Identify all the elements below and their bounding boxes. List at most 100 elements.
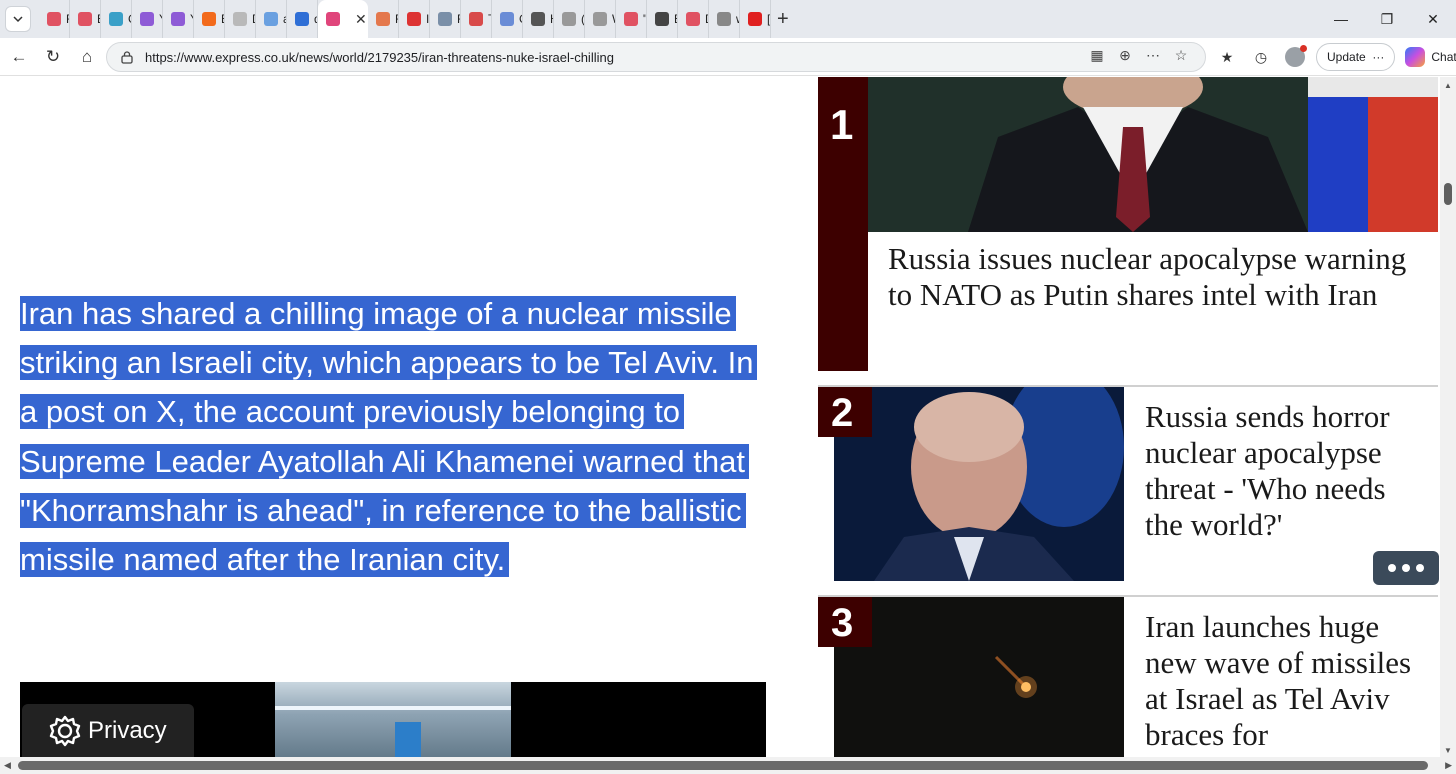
browser-tab[interactable]: www xyxy=(709,0,740,38)
browser-tab[interactable]: "Wh xyxy=(616,0,647,38)
gear-icon xyxy=(49,715,81,746)
youtube-icon xyxy=(47,12,61,26)
scroll-right-icon[interactable]: ▶ xyxy=(1445,760,1452,771)
selected-text: Iran has shared a chilling image of a nu… xyxy=(20,296,758,578)
article-image[interactable] xyxy=(834,597,1124,757)
vertical-scroll-thumb[interactable] xyxy=(1444,183,1452,205)
browser-tab[interactable]: FRES xyxy=(368,0,399,38)
apps-icon[interactable]: ▦ xyxy=(1083,47,1111,64)
maximize-button[interactable]: ❐ xyxy=(1364,11,1410,28)
article-column: Iran has shared a chilling image of a nu… xyxy=(20,77,780,757)
browser-tab[interactable]: FBI L xyxy=(430,0,461,38)
favorite-star-icon[interactable]: ☆ xyxy=(1167,47,1195,64)
more-tools-icon[interactable]: ⋯ xyxy=(1139,47,1167,64)
copilot-icon xyxy=(1405,47,1426,67)
new-tab-button[interactable]: + xyxy=(777,8,789,31)
browser-tab[interactable]: al ja xyxy=(256,0,287,38)
minimize-button[interactable]: — xyxy=(1318,11,1364,27)
scroll-up-icon[interactable]: ▲ xyxy=(1444,81,1452,90)
browser-tab[interactable]: GLP xyxy=(492,0,523,38)
privacy-button[interactable]: Privacy xyxy=(22,704,194,757)
window-controls: — ❐ ✕ xyxy=(1318,0,1456,38)
ribbon-icon xyxy=(326,12,340,26)
flame-icon xyxy=(376,12,390,26)
url-text[interactable]: https://www.express.co.uk/news/world/217… xyxy=(145,50,614,65)
back-button[interactable]: ← xyxy=(2,47,36,67)
browser-tab[interactable]: The xyxy=(461,0,492,38)
browser-tab[interactable]: Elton xyxy=(70,0,101,38)
update-button[interactable]: Update ··· xyxy=(1316,43,1396,71)
headline[interactable]: Russia sends horror nuclear apocalypse t… xyxy=(1145,399,1430,543)
update-label: Update xyxy=(1327,50,1366,64)
browser-tab[interactable]: Dr. A xyxy=(225,0,256,38)
close-tab-icon[interactable]: ✕ xyxy=(355,11,367,28)
youtube-icon xyxy=(78,12,92,26)
browser-tab[interactable]: Epst xyxy=(647,0,678,38)
headline[interactable]: Russia issues nuclear apocalypse warning… xyxy=(888,241,1408,313)
browser-tab[interactable]: Give xyxy=(101,0,132,38)
rank-number: 1 xyxy=(830,101,854,148)
rank-number: 2 xyxy=(831,391,854,435)
horizontal-scroll-thumb[interactable] xyxy=(18,761,1428,770)
browser-tab[interactable]: (100 xyxy=(554,0,585,38)
address-bar[interactable]: https://www.express.co.uk/news/world/217… xyxy=(106,42,1206,72)
horizontal-scrollbar[interactable]: ◀ ▶ xyxy=(0,757,1456,774)
article-paragraph[interactable]: Iran has shared a chilling image of a nu… xyxy=(20,289,760,584)
youtube-icon xyxy=(748,12,762,26)
ellipsis-icon: ··· xyxy=(1372,50,1385,64)
browser-tab[interactable]: Editi xyxy=(194,0,225,38)
yahoo-icon xyxy=(140,12,154,26)
browser-tab[interactable]: Iran xyxy=(399,0,430,38)
tab-actions-button[interactable] xyxy=(5,6,31,32)
search-icon xyxy=(295,12,309,26)
chevron-down-icon xyxy=(13,16,23,23)
tab-list: FleeEltonGiveYahooYahooEditiDr. Aal jadr… xyxy=(39,0,771,38)
vertical-scrollbar[interactable]: ▲ ▼ xyxy=(1440,77,1456,757)
nyt-icon xyxy=(655,12,669,26)
browser-toolbar: ← ↻ ⌂ https://www.express.co.uk/news/wor… xyxy=(0,38,1456,76)
most-read-item-3[interactable]: 3 Iran launches huge new wave of missile… xyxy=(818,597,1438,757)
tab-strip: FleeEltonGiveYahooYahooEditiDr. Aal jadr… xyxy=(0,0,1456,38)
more-options-button[interactable] xyxy=(1373,551,1439,585)
browser-tab[interactable]: Yahoo xyxy=(132,0,163,38)
chat-label: Chat xyxy=(1431,50,1456,64)
nbc-icon xyxy=(500,12,514,26)
fp-icon xyxy=(562,12,576,26)
article-image[interactable] xyxy=(868,77,1438,232)
browser-tab[interactable]: How xyxy=(523,0,554,38)
headline[interactable]: Iran launches huge new wave of missiles … xyxy=(1145,609,1430,753)
browser-tab[interactable]: Yahoo xyxy=(163,0,194,38)
browser-tab[interactable]: drud xyxy=(287,0,318,38)
search-icon xyxy=(264,12,278,26)
letter-p-icon xyxy=(469,12,483,26)
reload-button[interactable]: ↻ xyxy=(36,47,70,67)
page-viewport: Iran has shared a chilling image of a nu… xyxy=(0,77,1440,757)
rank-badge: 2 xyxy=(818,387,872,437)
browser-tab[interactable]: [HD] xyxy=(740,0,771,38)
browser-tab[interactable]: WEF xyxy=(585,0,616,38)
most-read-item-2[interactable]: 2 Russia sends horror nuclear apocalypse… xyxy=(818,387,1439,585)
site-info-icon[interactable] xyxy=(119,49,135,65)
browser-tab[interactable]: Flee xyxy=(39,0,70,38)
most-read-item-1[interactable]: 1 Russia issues nuclear apocalypse warni… xyxy=(818,77,1438,371)
lock-icon xyxy=(717,12,731,26)
favorites-icon[interactable]: ★ xyxy=(1210,49,1244,66)
fp-icon xyxy=(593,12,607,26)
profile-avatar[interactable] xyxy=(1285,45,1307,67)
youtube-icon xyxy=(624,12,638,26)
privacy-label: Privacy xyxy=(88,716,167,744)
home-button[interactable]: ⌂ xyxy=(70,47,104,67)
rank-badge: 3 xyxy=(818,597,872,647)
article-image[interactable] xyxy=(834,387,1124,581)
chat-button[interactable]: Chat xyxy=(1405,47,1456,67)
snowflake-icon xyxy=(109,12,123,26)
history-icon[interactable]: ◷ xyxy=(1244,49,1278,66)
scroll-left-icon[interactable]: ◀ xyxy=(4,760,11,771)
close-window-button[interactable]: ✕ xyxy=(1410,11,1456,28)
zoom-icon[interactable]: ⊕ xyxy=(1111,47,1139,64)
page-icon xyxy=(233,12,247,26)
browser-tab[interactable]: ✕ xyxy=(318,0,368,38)
video-thumbnail xyxy=(275,682,511,757)
browser-tab[interactable]: Dura xyxy=(678,0,709,38)
scroll-down-icon[interactable]: ▼ xyxy=(1444,746,1452,755)
